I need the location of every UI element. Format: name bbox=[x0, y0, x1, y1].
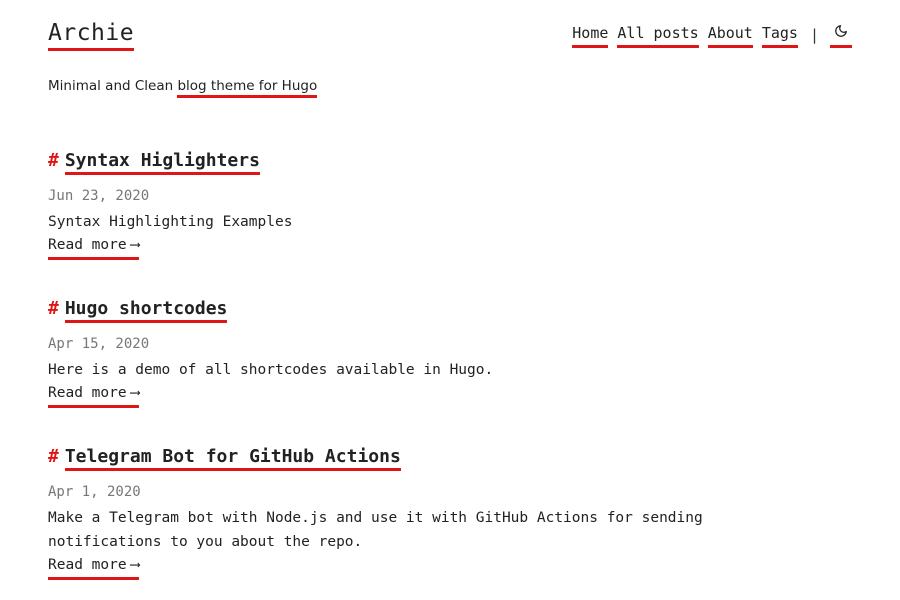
post-summary: Make a Telegram bot with Node.js and use… bbox=[48, 510, 703, 550]
moon-icon bbox=[834, 22, 848, 44]
nav-home[interactable]: Home bbox=[572, 22, 609, 48]
read-more-label: Read more bbox=[48, 385, 127, 401]
post-title-link[interactable]: Hugo shortcodes bbox=[64, 298, 228, 323]
read-more-link[interactable]: Read more ⟶ bbox=[48, 382, 140, 408]
post-title-link[interactable]: Telegram Bot for GitHub Actions bbox=[64, 446, 401, 471]
arrow-right-icon: ⟶ bbox=[130, 385, 140, 401]
post-hash: # bbox=[48, 298, 59, 319]
tagline-link[interactable]: blog theme for Hugo bbox=[177, 78, 318, 98]
post-date: Apr 15, 2020 bbox=[48, 336, 150, 352]
post-summary: Here is a demo of all shortcodes availab… bbox=[48, 362, 494, 378]
post-title: # Telegram Bot for GitHub Actions bbox=[48, 444, 848, 471]
post-item: # Hugo shortcodes Apr 15, 2020 Here is a … bbox=[48, 296, 848, 408]
post-date: Jun 23, 2020 bbox=[48, 188, 150, 204]
site-title-link[interactable]: Archie bbox=[48, 20, 135, 51]
arrow-right-icon: ⟶ bbox=[130, 237, 140, 253]
site-tagline: Minimal and Clean blog theme for Hugo bbox=[48, 76, 318, 98]
read-more-label: Read more bbox=[48, 557, 127, 573]
post-hash: # bbox=[48, 150, 59, 171]
main-nav: Home All posts About Tags | bbox=[572, 22, 852, 48]
post-title: # Hugo shortcodes bbox=[48, 296, 848, 323]
arrow-right-icon: ⟶ bbox=[130, 557, 140, 573]
site-title: Archie bbox=[48, 18, 135, 51]
read-more-label: Read more bbox=[48, 237, 127, 253]
nav-tags[interactable]: Tags bbox=[761, 22, 798, 48]
read-more-link[interactable]: Read more ⟶ bbox=[48, 234, 140, 260]
post-date: Apr 1, 2020 bbox=[48, 484, 141, 500]
post-item: # Syntax Higlighters Jun 23, 2020 Syntax … bbox=[48, 148, 848, 260]
read-more-link[interactable]: Read more ⟶ bbox=[48, 554, 140, 580]
theme-toggle-button[interactable] bbox=[830, 22, 852, 48]
post-title-link[interactable]: Syntax Higlighters bbox=[64, 150, 260, 175]
post-summary: Syntax Highlighting Examples bbox=[48, 214, 293, 230]
post-item: # Telegram Bot for GitHub Actions Apr 1, … bbox=[48, 444, 848, 580]
nav-separator: | bbox=[809, 26, 819, 44]
post-title: # Syntax Higlighters bbox=[48, 148, 848, 175]
nav-about[interactable]: About bbox=[707, 22, 753, 48]
tagline-text: Minimal and Clean bbox=[48, 78, 178, 94]
post-hash: # bbox=[48, 446, 59, 467]
nav-all-posts[interactable]: All posts bbox=[617, 22, 699, 48]
